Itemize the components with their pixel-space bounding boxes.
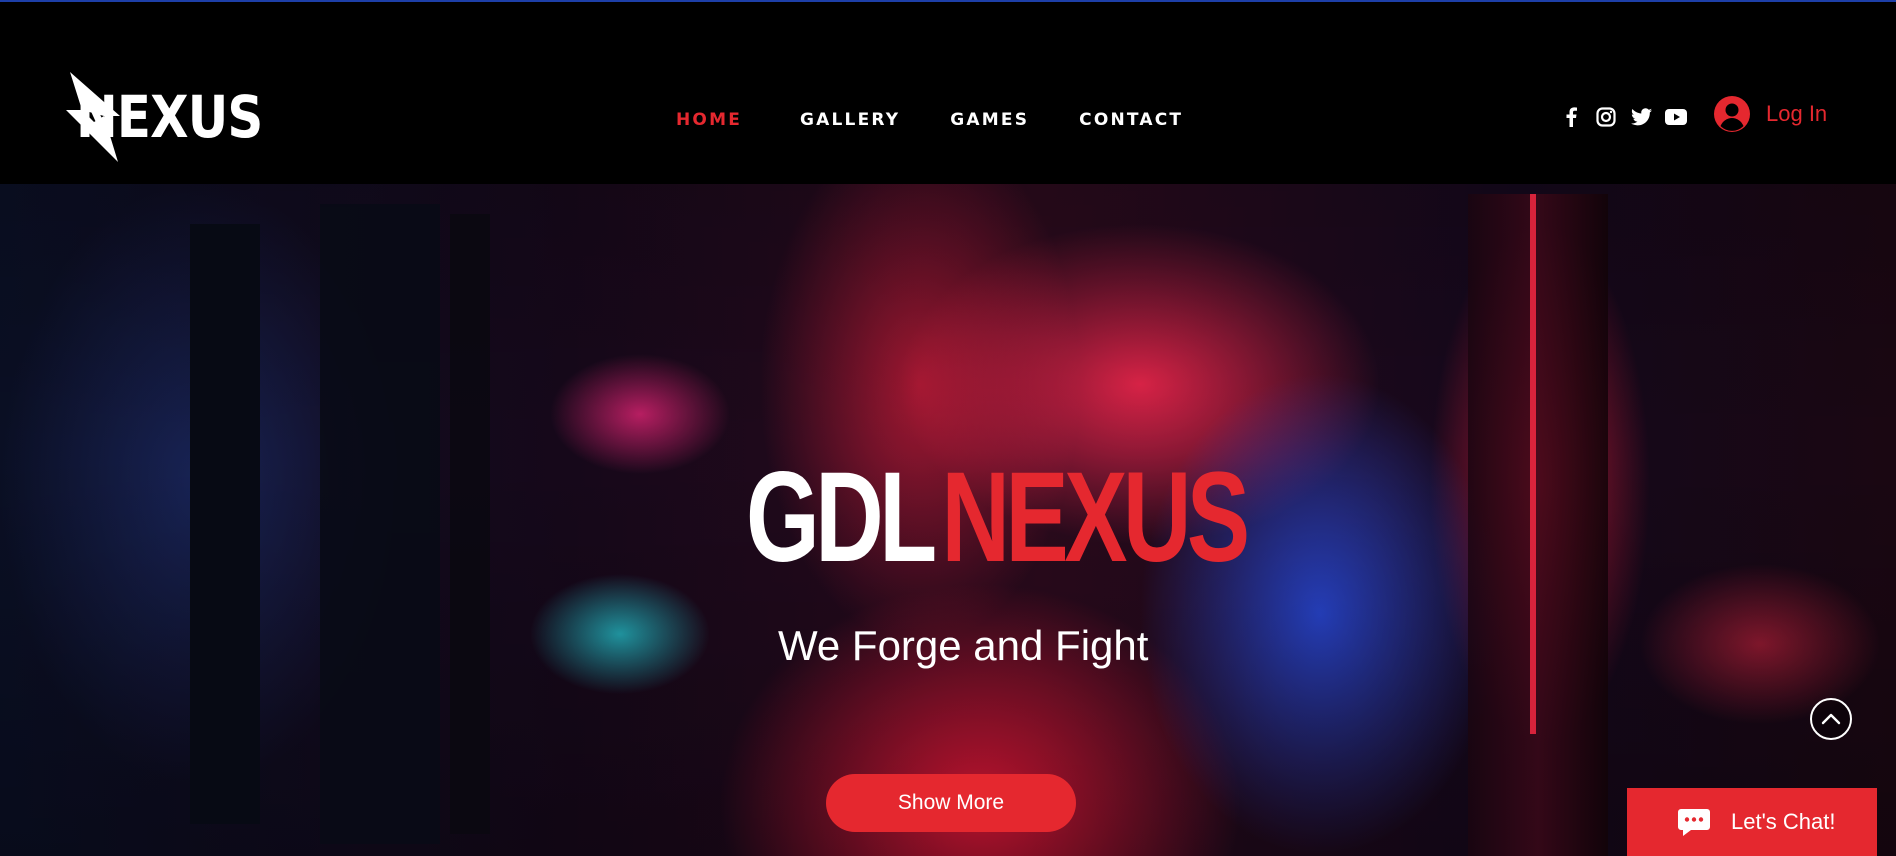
login-label: Log In bbox=[1766, 101, 1828, 126]
chat-label: Let's Chat! bbox=[1731, 809, 1836, 834]
facebook-icon[interactable] bbox=[1560, 106, 1582, 128]
hero-title-nexus: NEXUS bbox=[941, 446, 1250, 589]
main-nav: HOME GALLERY GAMES CONTACT bbox=[676, 110, 1183, 130]
hero-title-gdl: GDL bbox=[746, 446, 937, 589]
youtube-icon[interactable] bbox=[1665, 106, 1687, 128]
chat-bubble-icon bbox=[1678, 809, 1710, 836]
nav-home[interactable]: HOME bbox=[676, 110, 742, 130]
show-more-button[interactable]: Show More bbox=[826, 774, 1076, 832]
scroll-to-top-button[interactable] bbox=[1810, 698, 1852, 740]
hero-content: GDLNEXUS We Forge and Fight Show More bbox=[0, 184, 1896, 856]
hero-tagline: We Forge and Fight bbox=[778, 622, 1149, 669]
login-button[interactable]: Log In bbox=[1714, 96, 1827, 132]
instagram-icon[interactable] bbox=[1595, 106, 1617, 128]
logo-text: NEXUS bbox=[76, 83, 263, 151]
social-bar bbox=[1560, 106, 1687, 128]
chat-widget-button[interactable]: Let's Chat! bbox=[1627, 788, 1877, 856]
hero-title: GDLNEXUS bbox=[746, 454, 1250, 582]
hero-section: GDLNEXUS We Forge and Fight Show More bbox=[0, 184, 1896, 856]
nav-gallery[interactable]: GALLERY bbox=[800, 110, 900, 130]
site-logo[interactable]: NEXUS bbox=[60, 72, 263, 162]
show-more-label: Show More bbox=[897, 791, 1005, 814]
site-header: NEXUS HOME GALLERY GAMES CONTACT Log In bbox=[0, 2, 1896, 184]
nav-games[interactable]: GAMES bbox=[950, 110, 1029, 130]
nav-contact[interactable]: CONTACT bbox=[1079, 110, 1183, 130]
user-avatar-icon bbox=[1714, 96, 1750, 132]
twitter-icon[interactable] bbox=[1630, 106, 1652, 128]
chevron-up-icon bbox=[1821, 713, 1841, 725]
